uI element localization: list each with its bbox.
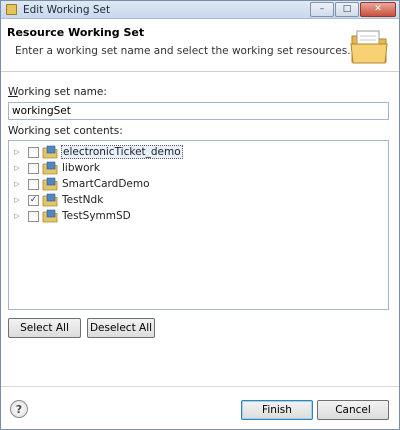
app-icon	[6, 4, 17, 15]
tree-item-checkbox-checked[interactable]: ✓	[28, 194, 39, 206]
expand-arrow-icon[interactable]: ▷	[9, 176, 25, 192]
title-bar[interactable]: Edit Working Set – □ ✕	[1, 1, 399, 19]
expand-arrow-icon[interactable]: ▷	[9, 160, 25, 176]
tree-item-checkbox[interactable]	[28, 178, 39, 190]
tree-item-electronicticket-demo[interactable]: ▷ electronicTicket_demo	[9, 144, 183, 160]
close-button[interactable]: ✕	[360, 2, 396, 17]
tree-item-label: electronicTicket_demo	[61, 145, 183, 159]
java-project-icon	[42, 145, 58, 159]
working-set-name-label: Working set name:	[8, 86, 107, 98]
tree-item-checkbox[interactable]	[28, 162, 39, 174]
tree-item-smartcarddemo[interactable]: ▷ SmartCardDemo	[9, 176, 151, 192]
expand-arrow-icon[interactable]: ▷	[9, 144, 25, 160]
dialog-banner: Resource Working Set Enter a working set…	[1, 20, 399, 72]
java-project-icon	[42, 177, 58, 191]
java-project-icon	[42, 193, 58, 207]
java-project-icon	[42, 209, 58, 223]
maximize-button[interactable]: □	[335, 2, 359, 17]
tree-item-testndk[interactable]: ▷ ✓ TestNdk	[9, 192, 104, 208]
select-all-button[interactable]: Select All	[8, 318, 81, 338]
cancel-button[interactable]: Cancel	[317, 400, 389, 420]
working-set-contents-label: Working set contents:	[8, 125, 123, 137]
expand-arrow-icon[interactable]: ▷	[9, 208, 25, 224]
tree-item-libwork[interactable]: ▷ libwork	[9, 160, 101, 176]
tree-item-checkbox[interactable]	[28, 210, 39, 222]
footer-separator	[1, 386, 399, 387]
tree-item-label: SmartCardDemo	[62, 178, 150, 190]
tree-item-checkbox[interactable]	[28, 146, 39, 158]
tree-item-testsymmsd[interactable]: ▷ TestSymmSD	[9, 208, 132, 224]
finish-button[interactable]: Finish	[241, 400, 313, 420]
deselect-all-button[interactable]: Deselect All	[87, 318, 155, 338]
java-project-icon	[42, 161, 58, 175]
tree-item-label: libwork	[62, 162, 100, 174]
working-set-contents-tree[interactable]: ▷ electronicTicket_demo ▷ libwork ▷ Smar…	[8, 140, 389, 310]
edit-working-set-dialog: Edit Working Set – □ ✕ Resource Working …	[0, 0, 400, 430]
minimize-button[interactable]: –	[310, 2, 334, 17]
tree-item-label: TestSymmSD	[62, 210, 131, 222]
help-icon[interactable]: ?	[10, 400, 28, 418]
window-title: Edit Working Set	[23, 4, 111, 16]
tree-item-label: TestNdk	[62, 194, 104, 206]
working-set-name-input[interactable]	[8, 102, 389, 120]
banner-description: Enter a working set name and select the …	[15, 45, 351, 57]
folder-icon	[350, 30, 388, 64]
expand-arrow-icon[interactable]: ▷	[9, 192, 25, 208]
banner-title: Resource Working Set	[7, 26, 145, 39]
window-controls: – □ ✕	[309, 2, 396, 17]
